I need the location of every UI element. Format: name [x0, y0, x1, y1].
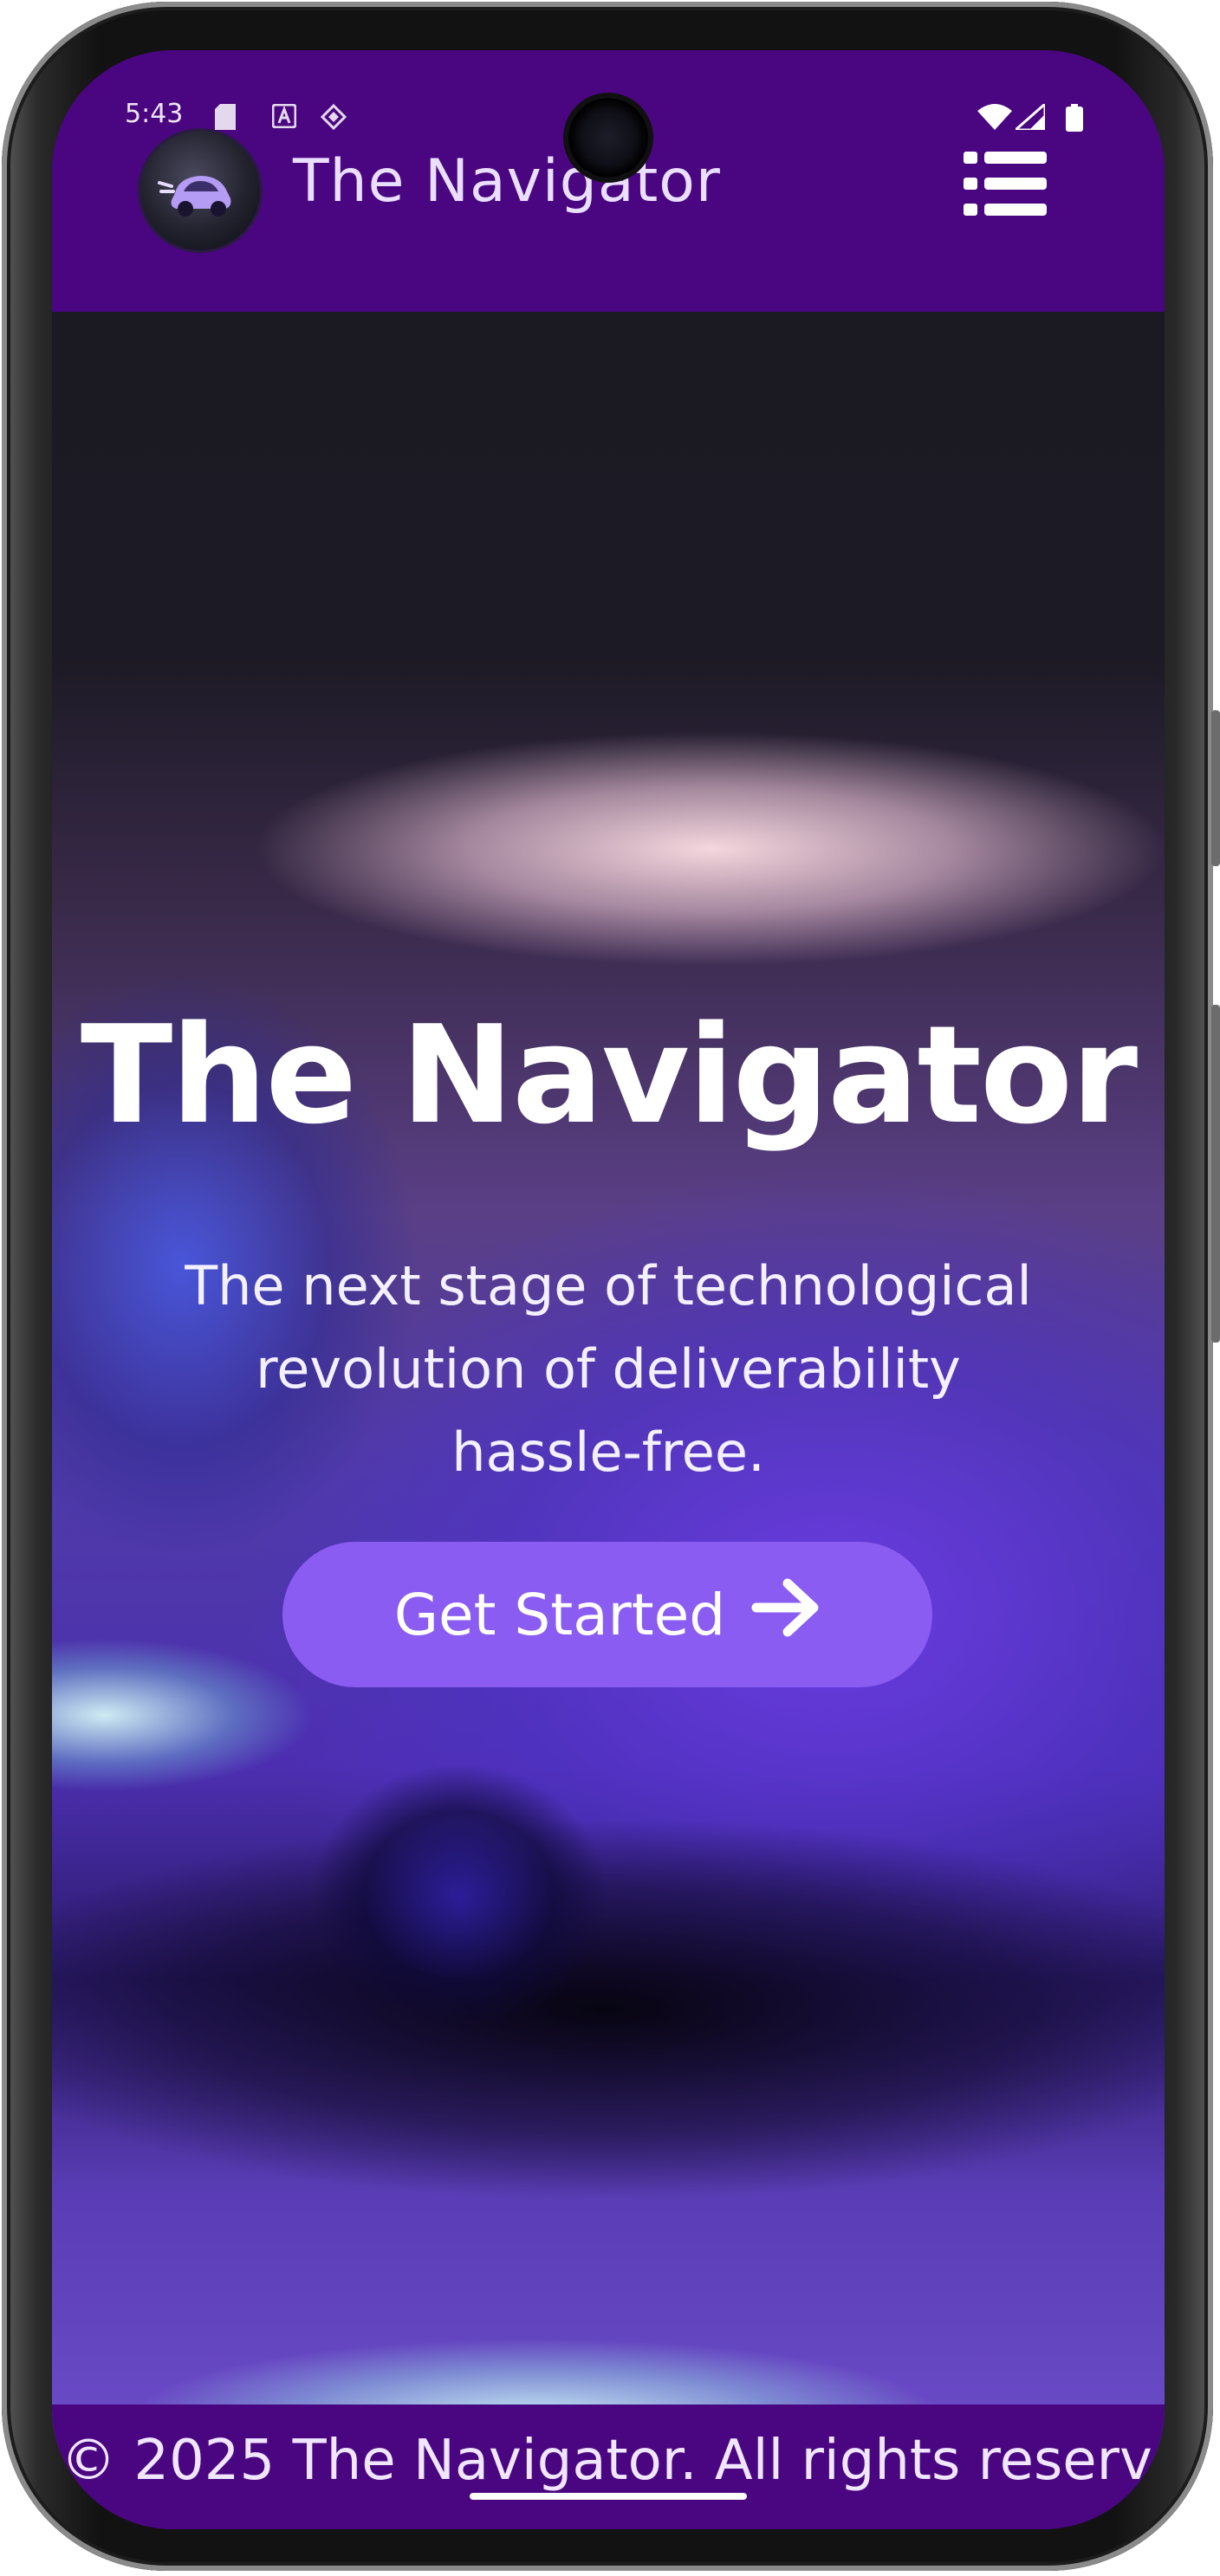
power-button [1211, 710, 1220, 866]
diamond-icon [320, 103, 347, 133]
status-time: 5:43 [125, 99, 184, 129]
footer: © 2025 The Navigator. All rights reserve… [52, 2404, 1165, 2529]
wifi-icon [977, 104, 1012, 133]
copyright-text: © 2025 The Navigator. All rights reserve… [61, 2429, 1165, 2493]
screen: The Navigator 5:43 The Navigator The nex… [52, 50, 1165, 2529]
hero-subtitle-line: hassle-free. [451, 1421, 765, 1484]
car-logo-icon[interactable] [140, 131, 260, 250]
signal-icon [1012, 100, 1047, 133]
font-icon [271, 103, 297, 132]
battery-icon [1066, 104, 1083, 135]
get-started-button[interactable]: Get Started [282, 1542, 932, 1687]
arrow-right-icon [751, 1576, 821, 1653]
list-menu-icon[interactable] [962, 148, 1048, 219]
hero-subtitle: The next stage of technological revoluti… [147, 1245, 1069, 1494]
home-indicator[interactable] [470, 2493, 747, 2500]
hero-title: The Navigator [80, 996, 1138, 1154]
front-camera [568, 98, 648, 178]
brand-name[interactable]: The Navigator [293, 147, 721, 216]
hero-section: The Navigator The next stage of technolo… [52, 312, 1165, 2451]
hero-subtitle-line: revolution of deliverability [256, 1337, 961, 1401]
hero-subtitle-line: The next stage of technological [185, 1254, 1032, 1317]
volume-button [1211, 1005, 1220, 1343]
get-started-label: Get Started [393, 1581, 726, 1648]
sd-card-icon [215, 104, 236, 133]
